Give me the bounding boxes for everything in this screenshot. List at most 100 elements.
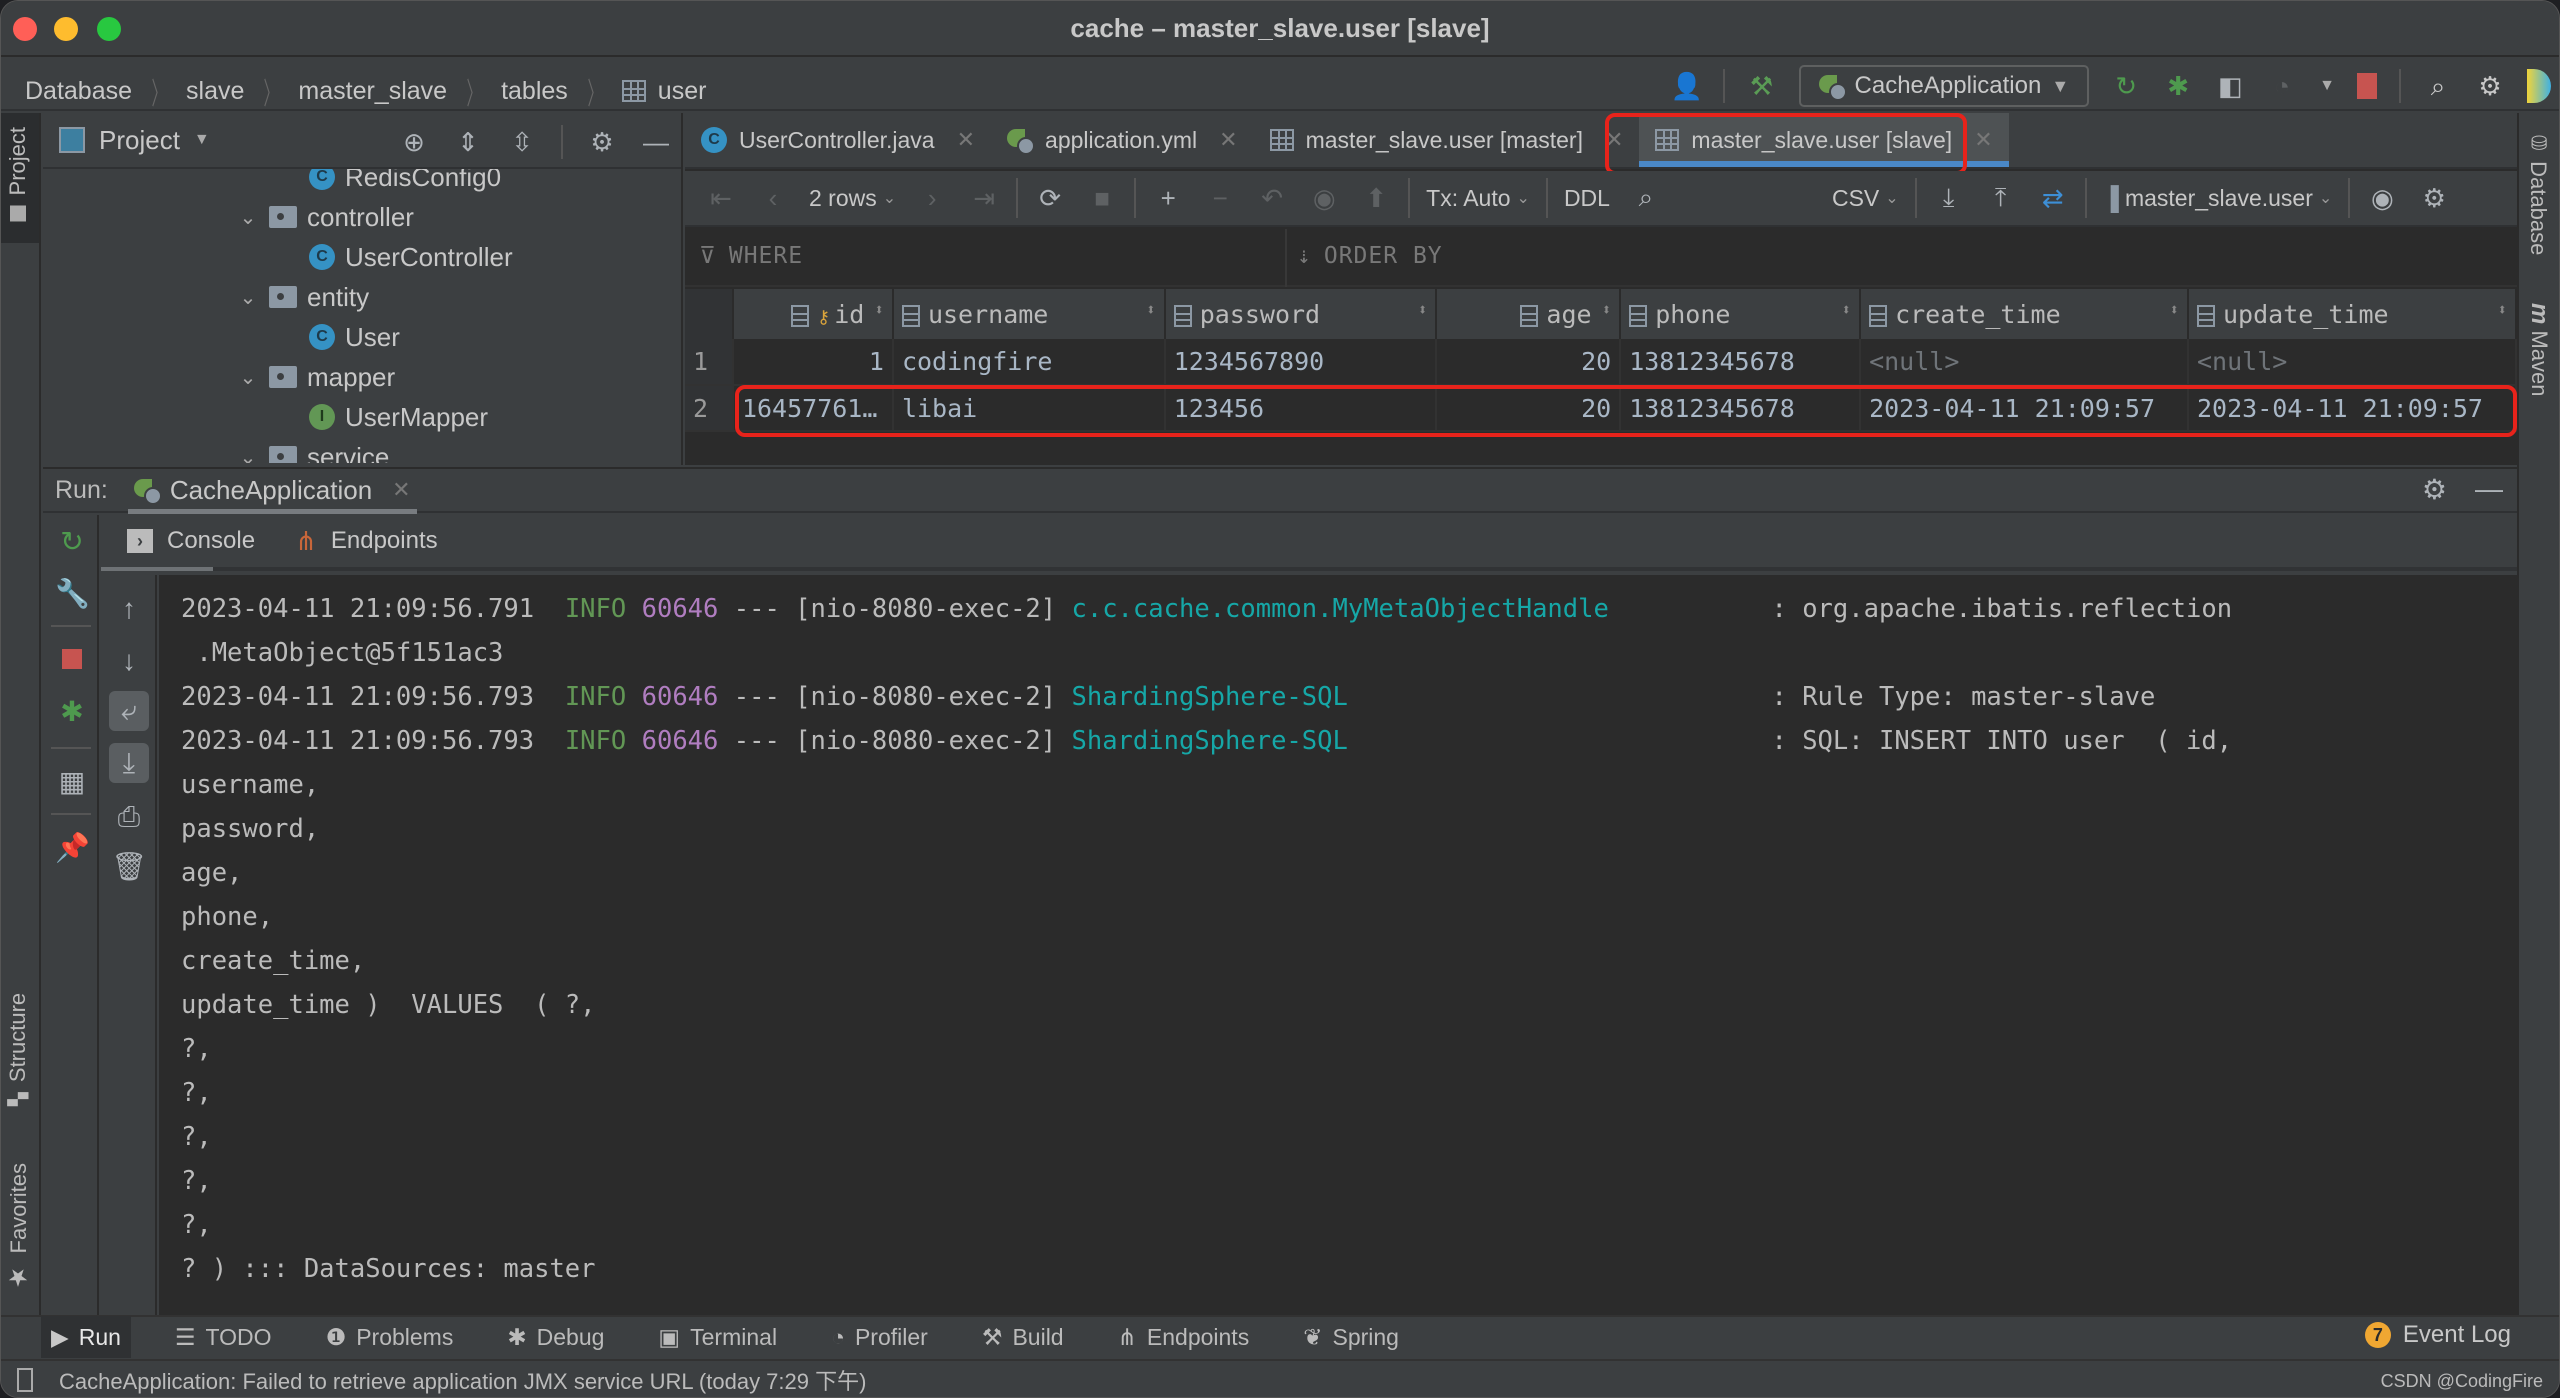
- rows-count-selector[interactable]: 2 rows ⌄: [799, 185, 906, 212]
- cell-password[interactable]: 123456: [1164, 385, 1438, 432]
- sort-arrows-icon[interactable]: ⬍: [874, 300, 884, 319]
- compare-icon[interactable]: ⇄: [2027, 178, 2079, 218]
- order-by-input[interactable]: ⇣ ORDER BY: [1297, 243, 1443, 269]
- close-tab-icon[interactable]: ✕: [957, 127, 975, 153]
- close-tab-icon[interactable]: ✕: [392, 477, 410, 503]
- layout-icon[interactable]: ▦: [55, 765, 89, 799]
- tool-profiler[interactable]: ◔ Profiler: [821, 1316, 938, 1358]
- tab-application-yml[interactable]: application.yml ✕: [991, 113, 1254, 167]
- export-format-selector[interactable]: CSV ⌄: [1822, 185, 1909, 212]
- sort-arrows-icon[interactable]: ⬍: [2169, 300, 2179, 319]
- tree-item[interactable]: ⌄ controller: [237, 197, 414, 237]
- stop-icon[interactable]: [55, 643, 89, 677]
- transaction-mode-selector[interactable]: Tx: Auto ⌄: [1416, 185, 1540, 212]
- chevron-down-icon[interactable]: ▼: [194, 131, 210, 149]
- breadcrumb-user[interactable]: user: [658, 77, 707, 106]
- tree-item[interactable]: ⌄ entity: [237, 277, 370, 317]
- wrench-icon[interactable]: 🔧: [55, 577, 90, 611]
- tool-windows-toggle-icon[interactable]: [17, 1368, 33, 1392]
- cell-age[interactable]: 20: [1436, 339, 1622, 386]
- print-icon[interactable]: ⎙: [109, 797, 149, 837]
- tree-item[interactable]: C RedisConfig0: [309, 169, 501, 197]
- event-log-button[interactable]: 7 Event Log: [2364, 1321, 2511, 1349]
- search-icon[interactable]: ⌕: [2423, 71, 2453, 101]
- cell-update-time[interactable]: 2023-04-11 21:09:57: [2188, 385, 2517, 432]
- cell-username[interactable]: codingfire: [892, 339, 1166, 386]
- delete-row-icon[interactable]: −: [1194, 178, 1246, 218]
- cell-age[interactable]: 20: [1436, 385, 1622, 432]
- vcs-user-icon[interactable]: 👤: [1671, 71, 1703, 101]
- tree-item[interactable]: ⌄ service: [237, 437, 389, 463]
- run-tab-cache-application[interactable]: CacheApplication ✕: [127, 468, 417, 514]
- expand-all-icon[interactable]: ⇕: [453, 127, 483, 157]
- submit-icon[interactable]: ⬆: [1350, 178, 1402, 218]
- import-upload-icon[interactable]: ⤒: [1975, 178, 2027, 218]
- column-header-username[interactable]: username ⬍: [892, 289, 1166, 339]
- tool-build[interactable]: ⚒ Build: [972, 1316, 1074, 1358]
- previous-page-icon[interactable]: ‹: [747, 178, 799, 218]
- hide-panel-icon[interactable]: —: [2475, 473, 2503, 506]
- sort-arrows-icon[interactable]: ⬍: [1841, 300, 1851, 319]
- gear-icon[interactable]: ⚙: [2408, 178, 2460, 218]
- close-tab-icon[interactable]: ✕: [1974, 127, 1992, 153]
- tab-endpoints[interactable]: ⋔ Endpoints: [295, 526, 438, 557]
- tool-endpoints[interactable]: ⋔ Endpoints: [1108, 1316, 1260, 1358]
- search-icon[interactable]: ⌕: [1620, 178, 1672, 218]
- tab-console[interactable]: › Console: [127, 527, 255, 555]
- trash-icon[interactable]: 🗑: [109, 847, 149, 887]
- close-tab-icon[interactable]: ✕: [1219, 127, 1237, 153]
- favorites-tool-tab[interactable]: ★ Favorites: [5, 1163, 33, 1291]
- tree-item[interactable]: I UserMapper: [309, 397, 488, 437]
- preview-pending-changes-icon[interactable]: ◉: [1298, 178, 1350, 218]
- debug-bug-icon[interactable]: ✱: [2163, 71, 2193, 101]
- sort-arrows-icon[interactable]: ⬍: [1602, 300, 1612, 319]
- column-header-id[interactable]: ⚷ id ⬍: [732, 289, 894, 339]
- status-message[interactable]: CacheApplication: Failed to retrieve app…: [59, 1364, 866, 1396]
- tab-master-slave-user-master[interactable]: master_slave.user [master] ✕: [1254, 113, 1640, 167]
- cell-username[interactable]: libai: [892, 385, 1166, 432]
- breadcrumb-tables[interactable]: tables: [501, 77, 568, 106]
- table-row[interactable]: 1 1 codingfire 1234567890 20 13812345678…: [685, 339, 2517, 386]
- cancel-query-icon[interactable]: ■: [1076, 178, 1128, 218]
- run-configuration-selector[interactable]: CacheApplication ▼: [1798, 65, 2090, 107]
- cell-password[interactable]: 1234567890: [1164, 339, 1438, 386]
- rerun-icon[interactable]: ↻: [2111, 71, 2141, 101]
- tool-terminal[interactable]: ▣ Terminal: [648, 1316, 787, 1358]
- tab-user-controller[interactable]: C UserController.java ✕: [685, 113, 991, 167]
- column-header-update-time[interactable]: update_time ⬍: [2188, 289, 2517, 339]
- column-header-phone[interactable]: phone ⬍: [1620, 289, 1862, 339]
- collapse-all-icon[interactable]: ⇳: [507, 127, 537, 157]
- maven-tool-tab[interactable]: m Maven: [2525, 303, 2553, 397]
- cell-id[interactable]: 1: [732, 339, 894, 386]
- chevron-down-icon[interactable]: ⌄: [237, 285, 259, 310]
- cell-update-time[interactable]: <null>: [2188, 339, 2517, 386]
- build-hammer-icon[interactable]: ⚒: [1747, 71, 1777, 101]
- chevron-down-icon[interactable]: ▼: [2319, 77, 2335, 95]
- scroll-to-end-icon[interactable]: ⤓: [109, 743, 149, 783]
- project-view-selector[interactable]: Project: [99, 125, 180, 156]
- last-page-icon[interactable]: ⇥: [958, 178, 1010, 218]
- profiler-icon[interactable]: ◔: [2267, 71, 2297, 101]
- column-header-create-time[interactable]: create_time ⬍: [1860, 289, 2189, 339]
- breadcrumb-master-slave[interactable]: master_slave: [298, 77, 447, 106]
- tool-run[interactable]: ▶ Run: [41, 1316, 131, 1358]
- attach-debugger-icon[interactable]: ✱: [55, 695, 89, 729]
- tree-item[interactable]: C User: [309, 317, 400, 357]
- sort-arrows-icon[interactable]: ⬍: [1146, 300, 1156, 319]
- column-header-age[interactable]: age ⬍: [1436, 289, 1622, 339]
- table-row[interactable]: 2 16457761… libai 123456 20 13812345678 …: [685, 385, 2517, 432]
- first-page-icon[interactable]: ⇤: [695, 178, 747, 218]
- console-output[interactable]: 2023-04-11 21:09:56.791 INFO 60646 --- […: [159, 575, 2517, 1315]
- structure-tool-tab[interactable]: ▚ Structure: [5, 993, 31, 1106]
- scroll-down-icon[interactable]: ↓: [109, 641, 149, 681]
- gear-icon[interactable]: ⚙: [587, 127, 617, 157]
- tool-problems[interactable]: ❶ Problems: [316, 1316, 464, 1358]
- cell-create-time[interactable]: 2023-04-11 21:09:57: [1860, 385, 2189, 432]
- column-header-password[interactable]: password ⬍: [1164, 289, 1438, 339]
- export-download-icon[interactable]: ⤓: [1923, 178, 1975, 218]
- database-tool-tab[interactable]: ⛁ Database: [2525, 131, 2551, 255]
- tree-item[interactable]: C UserController: [309, 237, 513, 277]
- gear-icon[interactable]: ⚙: [2475, 71, 2505, 101]
- row-number[interactable]: 1: [685, 339, 734, 386]
- datasource-selector[interactable]: ▐ master_slave.user ⌄: [2093, 185, 2343, 212]
